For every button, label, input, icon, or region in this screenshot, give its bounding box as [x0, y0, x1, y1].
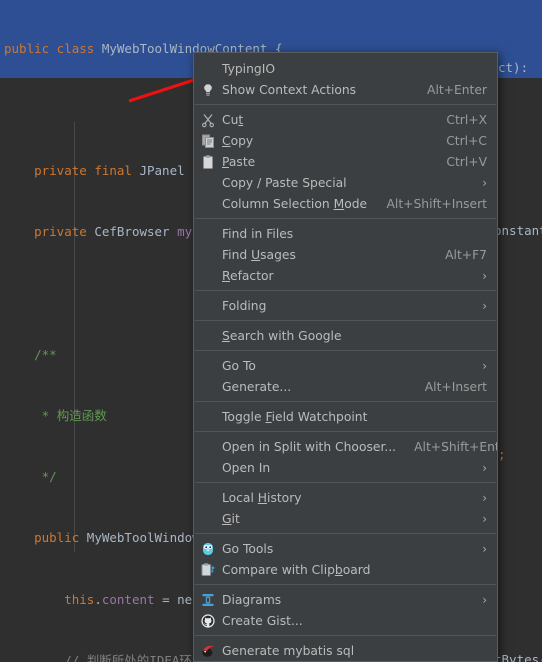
menu-item-go-to[interactable]: Go To › — [194, 355, 497, 376]
menu-item-label: Refactor — [222, 268, 274, 283]
menu-separator — [195, 431, 496, 432]
menu-item-shortcut: Alt+Shift+Enter — [414, 439, 497, 454]
ide-screen: public class MyWebToolWindowContent { pr… — [0, 0, 542, 662]
menu-item-label: Open in Split with Chooser... — [222, 439, 397, 454]
chevron-right-icon: › — [482, 358, 487, 373]
menu-item-search-with-google[interactable]: Search with Google — [194, 325, 497, 346]
menu-item-shortcut: Ctrl+V — [446, 154, 487, 169]
menu-separator — [195, 482, 496, 483]
lightbulb-icon — [200, 82, 216, 98]
menu-item-label: Generate mybatis sql — [222, 643, 355, 658]
menu-item-show-context-actions[interactable]: Show Context Actions Alt+Enter — [194, 79, 497, 100]
menu-item-folding[interactable]: Folding › — [194, 295, 497, 316]
compare-clipboard-icon — [200, 562, 216, 578]
menu-item-compare-with-clipboard[interactable]: Compare with Clipboard — [194, 559, 497, 580]
menu-item-generate-mybatis-sql[interactable]: Generate mybatis sql — [194, 640, 497, 661]
menu-item-label: Generate... — [222, 379, 292, 394]
menu-item-label: Search with Google — [222, 328, 342, 343]
menu-item-copy[interactable]: Copy Ctrl+C — [194, 130, 497, 151]
menu-item-label: Diagrams — [222, 592, 282, 607]
menu-item-label: Go To — [222, 358, 256, 373]
menu-item-label: TypingIO — [222, 61, 275, 76]
menu-item-label: Paste — [222, 154, 256, 169]
menu-separator — [195, 533, 496, 534]
chevron-right-icon: › — [482, 460, 487, 475]
menu-item-refactor[interactable]: Refactor › — [194, 265, 497, 286]
menu-item-cut[interactable]: Cut Ctrl+X — [194, 109, 497, 130]
chevron-right-icon: › — [482, 298, 487, 313]
menu-item-label: Copy / Paste Special — [222, 175, 347, 190]
menu-separator — [195, 218, 496, 219]
menu-item-label: Column Selection Mode — [222, 196, 368, 211]
menu-item-shortcut: Alt+Shift+Insert — [386, 196, 487, 211]
menu-item-generate[interactable]: Generate... Alt+Insert — [194, 376, 497, 397]
menu-item-label: Git — [222, 511, 240, 526]
scissors-icon — [200, 112, 216, 128]
menu-separator — [195, 635, 496, 636]
menu-item-local-history[interactable]: Local History › — [194, 487, 497, 508]
menu-item-copy-paste-special[interactable]: Copy / Paste Special › — [194, 172, 497, 193]
menu-item-label: Compare with Clipboard — [222, 562, 371, 577]
menu-item-column-selection-mode[interactable]: Column Selection Mode Alt+Shift+Insert — [194, 193, 497, 214]
menu-item-diagrams[interactable]: Diagrams › — [194, 589, 497, 610]
menu-item-label: Find Usages — [222, 247, 296, 262]
menu-separator — [195, 350, 496, 351]
menu-item-git[interactable]: Git › — [194, 508, 497, 529]
menu-item-open-in[interactable]: Open In › — [194, 457, 497, 478]
menu-item-find-usages[interactable]: Find Usages Alt+F7 — [194, 244, 497, 265]
editor-context-menu[interactable]: TypingIO Show Context Actions Alt+Enter Cut… — [193, 52, 498, 662]
menu-item-create-gist[interactable]: Create Gist... — [194, 610, 497, 631]
menu-item-label: Folding — [222, 298, 267, 313]
chevron-right-icon: › — [482, 490, 487, 505]
chevron-right-icon: › — [482, 511, 487, 526]
menu-item-label: Show Context Actions — [222, 82, 357, 97]
menu-item-open-in-split-with-chooser[interactable]: Open in Split with Chooser... Alt+Shift+E… — [194, 436, 497, 457]
menu-item-shortcut: Alt+Enter — [427, 82, 487, 97]
menu-separator — [195, 290, 496, 291]
menu-item-shortcut: Alt+Insert — [424, 379, 487, 394]
menu-separator — [195, 584, 496, 585]
menu-item-label: Open In — [222, 460, 271, 475]
menu-item-find-in-files[interactable]: Find in Files — [194, 223, 497, 244]
menu-item-label: Copy — [222, 133, 254, 148]
chevron-right-icon: › — [482, 541, 487, 556]
clipboard-icon — [200, 154, 216, 170]
chevron-right-icon: › — [482, 268, 487, 283]
menu-item-label: Find in Files — [222, 226, 294, 241]
menu-item-typingio[interactable]: TypingIO — [194, 58, 497, 79]
menu-item-shortcut: Alt+F7 — [445, 247, 487, 262]
menu-separator — [195, 401, 496, 402]
menu-separator — [195, 104, 496, 105]
menu-item-label: Cut — [222, 112, 244, 127]
menu-item-label: Local History — [222, 490, 302, 505]
menu-item-shortcut: Ctrl+X — [446, 112, 487, 127]
menu-item-paste[interactable]: Paste Ctrl+V — [194, 151, 497, 172]
menu-item-toggle-field-watchpoint[interactable]: Toggle Field Watchpoint — [194, 406, 497, 427]
copy-icon — [200, 133, 216, 149]
menu-item-label: Create Gist... — [222, 613, 303, 628]
menu-item-go-tools[interactable]: Go Tools › — [194, 538, 497, 559]
github-icon — [200, 613, 216, 629]
menu-item-shortcut: Ctrl+C — [446, 133, 487, 148]
menu-item-label: Toggle Field Watchpoint — [222, 409, 368, 424]
chevron-right-icon: › — [482, 175, 487, 190]
gopher-icon — [200, 541, 216, 557]
menu-item-label: Go Tools — [222, 541, 274, 556]
mybatis-icon — [200, 643, 216, 659]
chevron-right-icon: › — [482, 592, 487, 607]
diagram-icon — [200, 592, 216, 608]
menu-separator — [195, 320, 496, 321]
